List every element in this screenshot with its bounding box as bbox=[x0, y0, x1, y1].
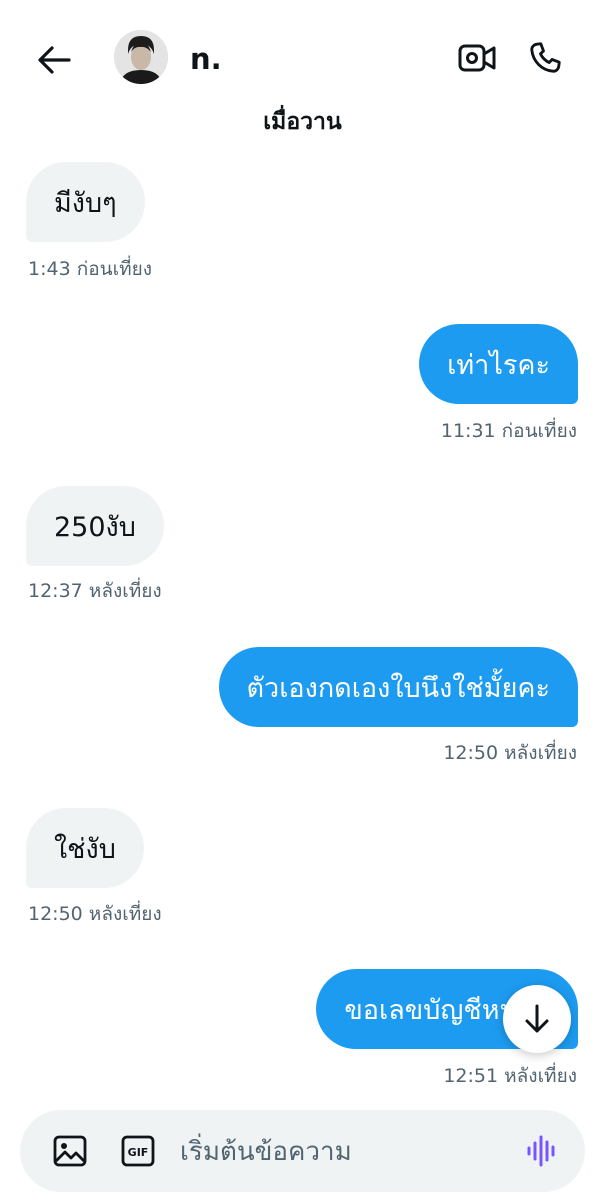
message-composer: GIF bbox=[20, 1110, 585, 1192]
voice-message-button[interactable] bbox=[520, 1131, 564, 1171]
message-timestamp: 12:50 หลังเที่ยง bbox=[443, 742, 577, 764]
gif-label: GIF bbox=[128, 1146, 149, 1159]
contact-name[interactable]: n. bbox=[190, 40, 222, 78]
date-separator: เมื่อวาน bbox=[263, 109, 342, 135]
back-button[interactable] bbox=[34, 40, 74, 80]
message-timestamp: 12:50 หลังเที่ยง bbox=[28, 903, 162, 925]
message-bubble-sent[interactable]: ตัวเองกดเองใบนึงใช่มั้ยคะ bbox=[218, 647, 578, 727]
voice-waveform-icon bbox=[527, 1135, 555, 1167]
message-input[interactable] bbox=[178, 1128, 502, 1176]
avatar[interactable] bbox=[114, 30, 168, 84]
gif-button[interactable]: GIF bbox=[120, 1133, 156, 1169]
scroll-to-bottom-button[interactable] bbox=[503, 985, 571, 1053]
message-bubble-received[interactable]: 250งับ bbox=[26, 486, 164, 566]
image-icon bbox=[53, 1135, 87, 1167]
message-bubble-received[interactable]: มีงับๆ bbox=[26, 162, 145, 242]
arrow-left-icon bbox=[38, 46, 71, 74]
voice-call-button[interactable] bbox=[523, 36, 567, 80]
arrow-down-icon bbox=[525, 1004, 549, 1033]
phone-icon bbox=[530, 42, 561, 73]
message-timestamp: 12:51 หลังเที่ยง bbox=[443, 1065, 577, 1087]
add-image-button[interactable] bbox=[50, 1131, 90, 1171]
message-timestamp: 1:43 ก่อนเที่ยง bbox=[28, 258, 153, 280]
message-timestamp: 11:31 ก่อนเที่ยง bbox=[440, 420, 577, 442]
gif-icon: GIF bbox=[121, 1135, 155, 1167]
chat-header: n. bbox=[0, 0, 605, 120]
profile-photo bbox=[114, 30, 168, 84]
message-bubble-received[interactable]: ใช่งับ bbox=[26, 808, 144, 888]
message-bubble-sent[interactable]: เท่าไรคะ bbox=[419, 324, 578, 404]
video-call-button[interactable] bbox=[455, 38, 499, 78]
video-camera-icon bbox=[458, 44, 496, 72]
message-timestamp: 12:37 หลังเที่ยง bbox=[28, 580, 162, 602]
